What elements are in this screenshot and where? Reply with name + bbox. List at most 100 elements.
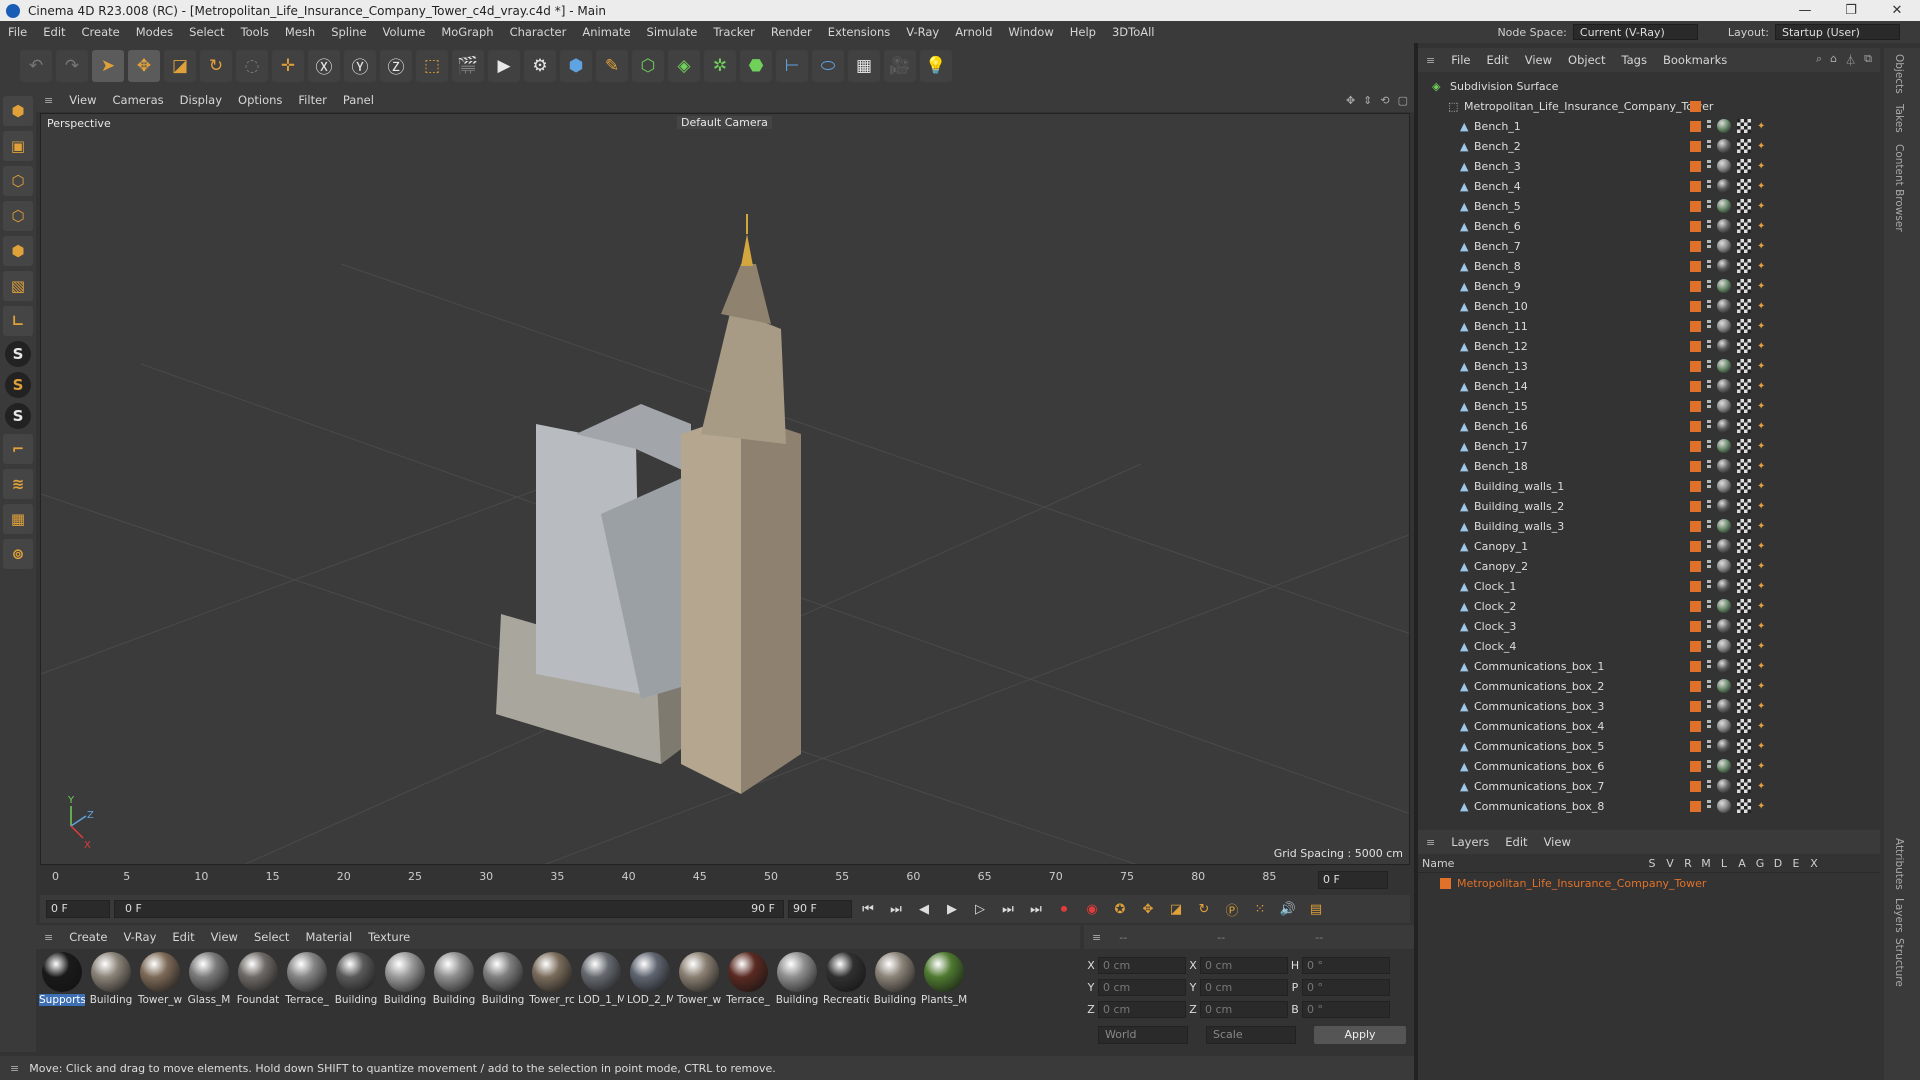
viewport-camera-label[interactable]: Default Camera (677, 116, 772, 129)
viewport-menu-options[interactable]: Options (230, 93, 290, 107)
menu-mesh[interactable]: Mesh (277, 25, 323, 39)
texture-tag-icon[interactable] (1737, 699, 1751, 713)
coordinate-value-field[interactable]: 0 cm (1098, 956, 1186, 974)
orbit-view-icon[interactable]: ⟲ (1380, 94, 1389, 107)
material-tag-icon[interactable] (1717, 239, 1731, 253)
texture-tag-icon[interactable] (1737, 179, 1751, 193)
layer-color-swatch[interactable] (1690, 540, 1701, 552)
vray-tag-icon[interactable]: ✦ (1757, 741, 1765, 752)
texture-tag-icon[interactable] (1737, 319, 1751, 333)
layer-color-swatch[interactable] (1690, 580, 1701, 592)
texture-tag-icon[interactable] (1737, 439, 1751, 453)
play-icon[interactable]: ▶ (940, 898, 964, 920)
material-swatch[interactable]: Recreatio (823, 952, 869, 1050)
object-row[interactable]: ▲ Communications_box_5 ✦ (1418, 736, 1880, 756)
material-swatch[interactable]: Building (432, 952, 476, 1050)
vray-tag-icon[interactable]: ✦ (1757, 481, 1765, 492)
object-row[interactable]: ▲ Bench_1 ✦ (1418, 116, 1880, 136)
texture-tag-icon[interactable] (1737, 399, 1751, 413)
minimize-icon[interactable]: — (1782, 3, 1828, 18)
coordinate-system-icon[interactable]: ⬚ (416, 49, 448, 82)
undo-icon[interactable]: ↶ (20, 49, 52, 82)
scale-tool-icon[interactable]: ◪ (164, 49, 196, 82)
menu-file[interactable]: File (0, 25, 35, 39)
hamburger-icon[interactable]: ≡ (1418, 54, 1443, 67)
layer-color-swatch[interactable] (1690, 420, 1701, 432)
autokey-icon[interactable]: ◉ (1080, 898, 1104, 920)
object-row[interactable]: ▲ Bench_2 ✦ (1418, 136, 1880, 156)
object-row[interactable]: ▲ Communications_box_8 ✦ (1418, 796, 1880, 816)
menu-mograph[interactable]: MoGraph (433, 25, 501, 39)
menu-extensions[interactable]: Extensions (820, 25, 898, 39)
visibility-dots-icon[interactable] (1707, 340, 1711, 352)
layer-color-swatch[interactable] (1690, 520, 1701, 532)
texture-tag-icon[interactable] (1737, 379, 1751, 393)
redo-icon[interactable]: ↷ (56, 49, 88, 82)
menu-create[interactable]: Create (74, 25, 128, 39)
hamburger-icon[interactable]: ≡ (0, 1062, 29, 1075)
object-row-root[interactable]: ◈ Subdivision Surface (1418, 76, 1880, 96)
visibility-dots-icon[interactable] (1707, 700, 1711, 712)
coordinate-value-field[interactable]: 0 ° (1302, 978, 1390, 996)
vray-tag-icon[interactable]: ✦ (1757, 621, 1765, 632)
material-swatch[interactable]: Building (481, 952, 525, 1050)
material-menu-select[interactable]: Select (246, 930, 297, 944)
render-settings-icon[interactable]: ⚙ (524, 49, 556, 82)
snap-icon[interactable]: S (5, 341, 31, 367)
vray-tag-icon[interactable]: ✦ (1757, 721, 1765, 732)
record-icon[interactable]: ⏺ (1052, 898, 1076, 920)
layer-color-swatch[interactable] (1690, 800, 1701, 812)
live-select-icon[interactable]: ◌ (236, 49, 268, 82)
object-row[interactable]: ▲ Bench_13 ✦ (1418, 356, 1880, 376)
texture-tag-icon[interactable] (1737, 199, 1751, 213)
layer-color-swatch[interactable] (1690, 360, 1701, 372)
visibility-dots-icon[interactable] (1707, 740, 1711, 752)
grid-icon[interactable]: ▦ (3, 504, 33, 534)
visibility-dots-icon[interactable] (1707, 320, 1711, 332)
hamburger-icon[interactable]: ≡ (36, 931, 61, 944)
object-row[interactable]: ▲ Bench_17 ✦ (1418, 436, 1880, 456)
object-row[interactable]: ▲ Bench_8 ✦ (1418, 256, 1880, 276)
material-tag-icon[interactable] (1717, 519, 1731, 533)
object-menu-tags[interactable]: Tags (1614, 53, 1655, 67)
vray-tag-icon[interactable]: ✦ (1757, 701, 1765, 712)
menu-help[interactable]: Help (1062, 25, 1104, 39)
material-tag-icon[interactable] (1717, 419, 1731, 433)
material-tag-icon[interactable] (1717, 699, 1731, 713)
vray-tag-icon[interactable]: ✦ (1757, 301, 1765, 312)
layer-color-swatch[interactable] (1690, 100, 1701, 112)
material-swatch[interactable]: Tower_w (677, 952, 721, 1050)
layer-color-swatch[interactable] (1690, 780, 1701, 792)
visibility-dots-icon[interactable] (1707, 360, 1711, 372)
vray-tag-icon[interactable]: ✦ (1757, 141, 1765, 152)
object-row[interactable]: ▲ Communications_box_3 ✦ (1418, 696, 1880, 716)
viewport-menu-panel[interactable]: Panel (335, 93, 382, 107)
layer-color-swatch[interactable] (1690, 140, 1701, 152)
material-tag-icon[interactable] (1717, 319, 1731, 333)
material-swatch[interactable]: Terrace_ (285, 952, 329, 1050)
material-tag-icon[interactable] (1717, 459, 1731, 473)
object-row[interactable]: ▲ Canopy_2 ✦ (1418, 556, 1880, 576)
vray-tag-icon[interactable]: ✦ (1757, 801, 1765, 812)
texture-tag-icon[interactable] (1737, 579, 1751, 593)
object-row[interactable]: ▲ Bench_14 ✦ (1418, 376, 1880, 396)
object-row[interactable]: ▲ Bench_10 ✦ (1418, 296, 1880, 316)
menu-spline[interactable]: Spline (323, 25, 374, 39)
material-tag-icon[interactable] (1717, 619, 1731, 633)
coordinate-value-field[interactable]: 0 cm (1200, 978, 1288, 996)
visibility-dots-icon[interactable] (1707, 120, 1711, 132)
visibility-dots-icon[interactable] (1707, 420, 1711, 432)
material-tag-icon[interactable] (1717, 219, 1731, 233)
hamburger-icon[interactable]: ≡ (1418, 836, 1443, 849)
material-swatch[interactable]: Tower_w (138, 952, 182, 1050)
material-tag-icon[interactable] (1717, 639, 1731, 653)
start-frame-field[interactable]: 0 F (46, 900, 110, 918)
layout-dropdown[interactable]: Startup (User) (1775, 24, 1900, 40)
scene-icon[interactable]: ⬭ (812, 49, 844, 82)
visibility-dots-icon[interactable] (1707, 560, 1711, 572)
texture-tag-icon[interactable] (1737, 679, 1751, 693)
menu-3dtoall[interactable]: 3DToAll (1104, 25, 1163, 39)
layer-name[interactable]: Metropolitan_Life_Insurance_Company_Towe… (1457, 877, 1706, 890)
go-to-start-icon[interactable]: ⏮ (856, 898, 880, 920)
texture-tag-icon[interactable] (1737, 559, 1751, 573)
